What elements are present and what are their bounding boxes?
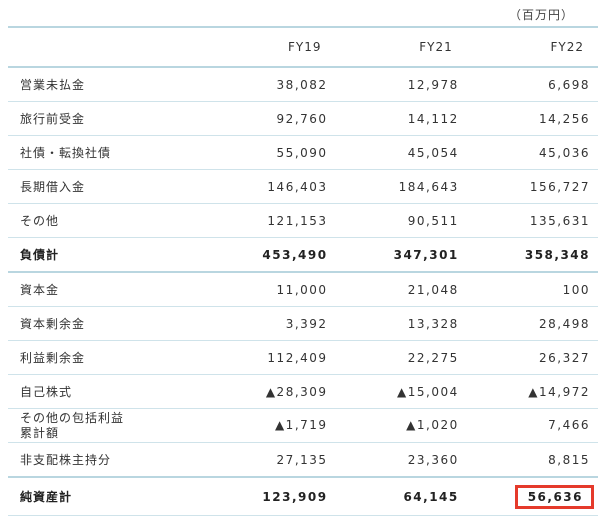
cell-fy22: 6,698: [466, 67, 598, 102]
cell-fy21: 184,643: [335, 169, 467, 204]
header-row: FY19 FY21 FY22: [8, 26, 598, 68]
cell-fy21: 12,978: [335, 67, 467, 102]
cell-fy21: 347,301: [335, 237, 467, 273]
table-row: その他 121,153 90,511 135,631: [8, 203, 598, 238]
cell-fy19: 146,403: [204, 169, 336, 204]
cell-fy19: 38,082: [204, 67, 336, 102]
cell-fy21: ▲15,004: [335, 374, 467, 409]
cell-fy22: 26,327: [466, 340, 598, 375]
cell-fy19: 121,153: [204, 203, 336, 238]
cell-fy22: 135,631: [466, 203, 598, 238]
cell-fy21: 22,275: [335, 340, 467, 375]
cell-fy22: 7,466: [466, 408, 598, 443]
cell-fy21: 45,054: [335, 135, 467, 170]
total-net-assets-row: 純資産計 123,909 64,145 56,636: [8, 476, 598, 516]
cell-fy21: 13,328: [335, 306, 467, 341]
row-label: 旅行前受金: [8, 101, 205, 136]
cell-fy22: 358,348: [466, 237, 598, 273]
table-row: 資本金 11,000 21,048 100: [8, 272, 598, 307]
table-row: 社債・転換社債 55,090 45,054 45,036: [8, 135, 598, 170]
cell-fy22: ▲14,972: [466, 374, 598, 409]
cell-fy22: 100: [466, 272, 598, 307]
col-header-fy21: FY21: [335, 26, 467, 68]
cell-fy22: 56,636: [466, 476, 598, 516]
table-row: 非支配株主持分 27,135 23,360 8,815: [8, 442, 598, 478]
cell-fy22: 156,727: [466, 169, 598, 204]
cell-fy19: 11,000: [204, 272, 336, 307]
table-row: 資本剰余金 3,392 13,328 28,498: [8, 306, 598, 341]
cell-fy22: 45,036: [466, 135, 598, 170]
table-row: 営業未払金 38,082 12,978 6,698: [8, 67, 598, 102]
table-row: その他の包括利益 累計額 ▲1,719 ▲1,020 7,466: [8, 408, 598, 443]
cell-fy21: 90,511: [335, 203, 467, 238]
cell-fy22: 14,256: [466, 101, 598, 136]
cell-fy19: ▲28,309: [204, 374, 336, 409]
row-label: 負債計: [8, 237, 205, 273]
table-row: 利益剰余金 112,409 22,275 26,327: [8, 340, 598, 375]
unit-note: （百万円）: [508, 8, 574, 22]
cell-fy19: 27,135: [204, 442, 336, 478]
balance-sheet-table: FY19 FY21 FY22 営業未払金 38,082 12,978 6,698…: [8, 26, 598, 516]
cell-fy21: ▲1,020: [335, 408, 467, 443]
cell-fy22: 28,498: [466, 306, 598, 341]
cell-fy19: 55,090: [204, 135, 336, 170]
row-label: 自己株式: [8, 374, 205, 409]
cell-fy19: 112,409: [204, 340, 336, 375]
row-label-line1: その他の包括利益: [20, 410, 125, 425]
cell-fy21: 64,145: [335, 476, 467, 516]
row-label: その他の包括利益 累計額: [8, 408, 205, 443]
row-label: その他: [8, 203, 205, 238]
cell-fy21: 14,112: [335, 101, 467, 136]
table-row: 長期借入金 146,403 184,643 156,727: [8, 169, 598, 204]
row-label-line2: 累計額: [20, 425, 60, 440]
row-label: 資本剰余金: [8, 306, 205, 341]
cell-fy21: 21,048: [335, 272, 467, 307]
cell-fy19: 123,909: [204, 476, 336, 516]
row-label: 純資産計: [8, 476, 205, 516]
cell-fy22: 8,815: [466, 442, 598, 478]
cell-fy21: 23,360: [335, 442, 467, 478]
row-label: 営業未払金: [8, 67, 205, 102]
row-label: 非支配株主持分: [8, 442, 205, 478]
col-header-fy22: FY22: [466, 26, 598, 68]
cell-fy19: 453,490: [204, 237, 336, 273]
table-row: 旅行前受金 92,760 14,112 14,256: [8, 101, 598, 136]
table-row: 自己株式 ▲28,309 ▲15,004 ▲14,972: [8, 374, 598, 409]
col-header-fy19: FY19: [204, 26, 336, 68]
cell-fy19: 3,392: [204, 306, 336, 341]
total-liabilities-row: 負債計 453,490 347,301 358,348: [8, 237, 598, 273]
cell-fy19: ▲1,719: [204, 408, 336, 443]
cell-fy19: 92,760: [204, 101, 336, 136]
highlight-box: 56,636: [514, 484, 594, 509]
header-blank: [8, 26, 205, 68]
row-label: 長期借入金: [8, 169, 205, 204]
row-label: 利益剰余金: [8, 340, 205, 375]
row-label: 資本金: [8, 272, 205, 307]
row-label: 社債・転換社債: [8, 135, 205, 170]
